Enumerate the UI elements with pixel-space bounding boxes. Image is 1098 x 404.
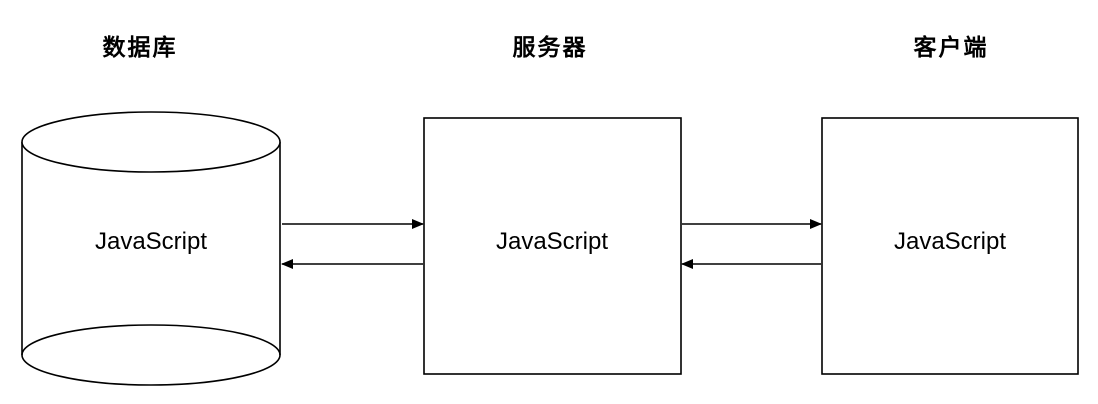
database-cylinder-body <box>21 142 281 386</box>
server-box: JavaScript <box>423 117 682 375</box>
server-label: JavaScript <box>496 228 608 255</box>
client-heading: 客户端 <box>913 35 989 61</box>
client-box: JavaScript <box>821 117 1079 375</box>
server-heading: 服务器 <box>512 35 588 61</box>
database-cylinder-top <box>21 111 281 173</box>
database-heading: 数据库 <box>102 35 178 61</box>
client-label: JavaScript <box>894 228 1006 255</box>
database-cylinder: JavaScript <box>21 111 281 386</box>
architecture-diagram: 数据库 服务器 客户端 JavaScript JavaScript JavaSc… <box>0 0 1098 400</box>
database-label: JavaScript <box>95 228 207 255</box>
